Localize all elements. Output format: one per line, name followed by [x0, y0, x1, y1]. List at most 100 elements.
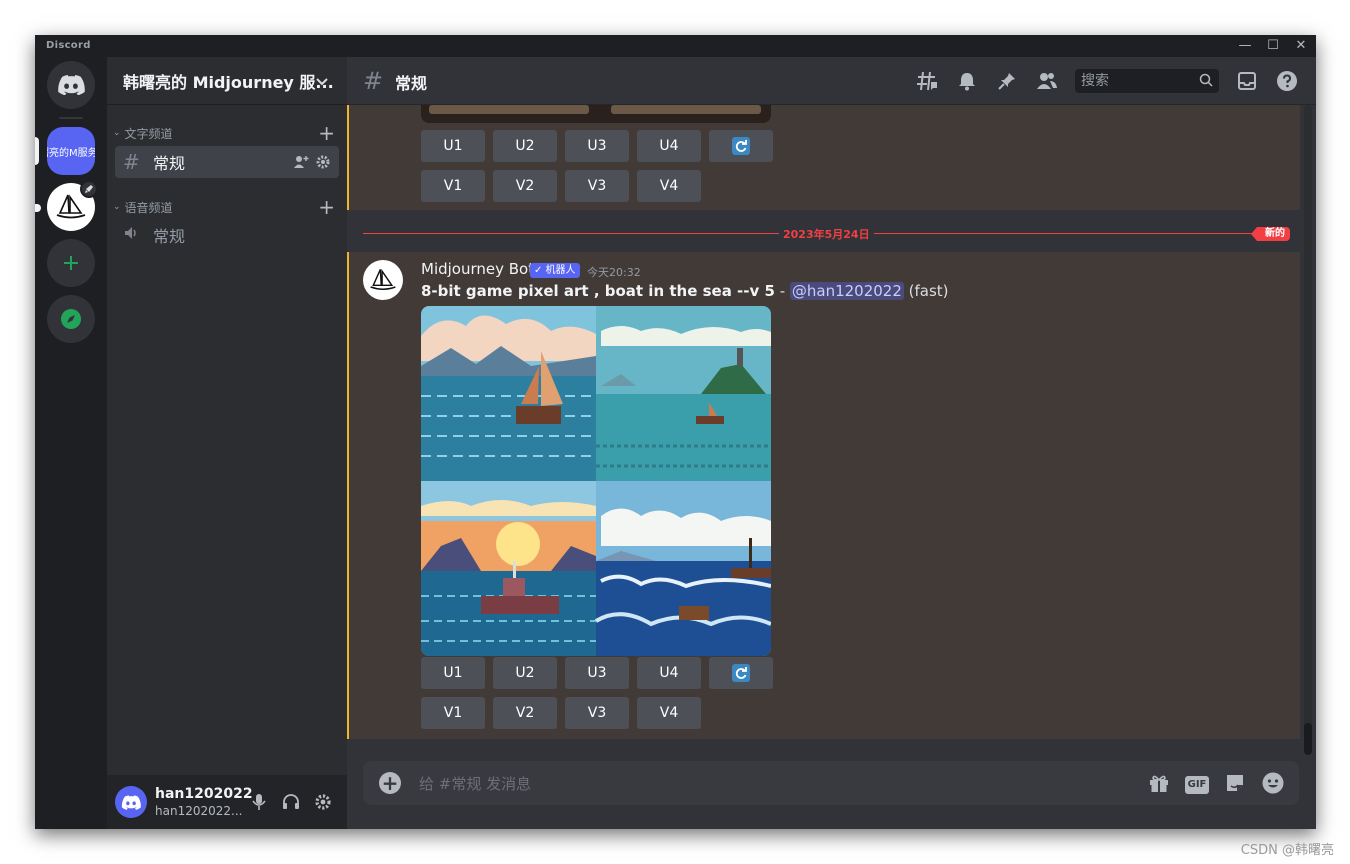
chevron-down-icon: ⌄ — [113, 202, 121, 212]
upscale-buttons: U1 U2 U3 U4 — [421, 657, 773, 689]
reroll-button[interactable] — [709, 657, 773, 689]
threads-button[interactable] — [915, 69, 939, 93]
help-button[interactable] — [1275, 69, 1299, 93]
attach-button[interactable]: + — [379, 772, 401, 794]
threads-icon — [917, 71, 937, 91]
midjourney-sail-icon — [370, 268, 396, 291]
grid-image-1 — [421, 306, 596, 481]
add-member-icon — [294, 156, 309, 168]
inbox-button[interactable] — [1235, 69, 1259, 93]
sticker-button[interactable] — [1223, 771, 1247, 795]
minimize-button[interactable]: — — [1231, 35, 1259, 57]
mute-button[interactable] — [247, 790, 271, 814]
app-title: Discord — [46, 40, 91, 51]
variation-2-button[interactable]: V2 — [493, 697, 557, 729]
message-composer[interactable]: + 给 #常规 发消息 GIF — [363, 761, 1299, 805]
create-channel-icon[interactable]: + — [318, 195, 335, 219]
user-mention[interactable]: @han1202022 — [789, 282, 904, 300]
upscale-1-button[interactable]: U1 — [421, 130, 485, 162]
image-grid[interactable] — [421, 306, 771, 656]
refresh-icon — [732, 664, 750, 682]
inbox-icon — [1238, 72, 1256, 90]
previous-image-grid[interactable] — [421, 105, 771, 123]
gift-button[interactable] — [1147, 771, 1171, 795]
upscale-4-button[interactable]: U4 — [637, 657, 701, 689]
chat-main: # 常规 搜索 U1 U2 U3 U4 V1 V2 V3 V4 2023年5月2… — [347, 57, 1316, 829]
user-panel: han1202022 han1202022... — [107, 775, 347, 829]
scrollbar-thumb[interactable] — [1304, 723, 1312, 755]
hash-icon: # — [123, 150, 140, 174]
explore-servers-button[interactable] — [47, 295, 95, 343]
microphone-icon — [252, 794, 266, 810]
variation-4-button[interactable]: V4 — [637, 697, 701, 729]
members-icon — [1037, 73, 1057, 89]
upscale-2-button[interactable]: U2 — [493, 130, 557, 162]
hash-icon: # — [363, 67, 384, 95]
variation-3-button[interactable]: V3 — [565, 697, 629, 729]
speed-label: (fast) — [903, 282, 949, 300]
notifications-button[interactable] — [955, 69, 979, 93]
message-midjourney: Midjourney Bot ✓ 机器人 今天20:32 8-bit game … — [347, 252, 1300, 739]
create-channel-icon[interactable]: + — [318, 121, 335, 145]
grid-image-3 — [421, 481, 596, 656]
variation-1-button[interactable]: V1 — [421, 697, 485, 729]
message-input[interactable]: 给 #常规 发消息 — [419, 773, 531, 794]
channel-general-voice[interactable]: 常规 — [115, 219, 339, 251]
new-badge: 新的 — [1251, 227, 1290, 241]
guild-header[interactable]: 韩曙亮的 Midjourney 服... — [107, 57, 347, 105]
user-settings-button[interactable] — [311, 790, 335, 814]
category-label: 语音频道 — [124, 200, 173, 215]
message-timestamp: 今天20:32 — [587, 266, 641, 279]
variation-3-button[interactable]: V3 — [565, 170, 629, 202]
plus-icon — [64, 256, 78, 270]
channel-sidebar: 韩曙亮的 Midjourney 服... ⌄ 文字频道 + # 常规 ⌄ 语音频… — [107, 57, 347, 829]
unread-indicator — [35, 204, 41, 212]
bell-icon — [959, 73, 975, 91]
upscale-3-button[interactable]: U3 — [565, 130, 629, 162]
avatar[interactable] — [363, 260, 403, 300]
prompt-text: 8-bit game pixel art , boat in the sea -… — [421, 282, 775, 300]
member-list-button[interactable] — [1035, 69, 1059, 93]
search-placeholder: 搜索 — [1081, 73, 1109, 89]
add-server-button[interactable] — [47, 239, 95, 287]
close-button[interactable]: ✕ — [1287, 35, 1315, 57]
gif-button[interactable]: GIF — [1185, 771, 1209, 795]
variation-4-button[interactable]: V4 — [637, 170, 701, 202]
sticker-icon — [1227, 775, 1243, 791]
variation-buttons: V1 V2 V3 V4 — [421, 170, 701, 202]
category-text-channels[interactable]: ⌄ 文字频道 + — [111, 121, 343, 145]
discord-logo-icon — [121, 794, 141, 810]
channel-label: 常规 — [153, 154, 186, 173]
upscale-3-button[interactable]: U3 — [565, 657, 629, 689]
variation-1-button[interactable]: V1 — [421, 170, 485, 202]
channel-title: 常规 — [395, 74, 428, 93]
home-button[interactable] — [47, 61, 95, 109]
server-midjourney[interactable] — [47, 180, 98, 231]
chevron-down-icon — [316, 78, 328, 86]
scrollbar-track[interactable] — [1304, 105, 1312, 739]
help-icon — [1277, 71, 1297, 91]
guild-name: 韩曙亮的 Midjourney 服... — [123, 72, 334, 92]
message-author[interactable]: Midjourney Bot — [421, 260, 534, 278]
upscale-2-button[interactable]: U2 — [493, 657, 557, 689]
midjourney-sail-icon — [56, 194, 86, 219]
variation-2-button[interactable]: V2 — [493, 170, 557, 202]
upscale-1-button[interactable]: U1 — [421, 657, 485, 689]
reroll-button[interactable] — [709, 130, 773, 162]
speaker-icon — [123, 223, 147, 247]
avatar[interactable] — [115, 786, 147, 818]
discord-logo-icon — [58, 75, 85, 95]
channel-general-text[interactable]: # 常规 — [115, 146, 339, 178]
emoji-button[interactable] — [1261, 771, 1285, 795]
search-input[interactable]: 搜索 — [1075, 69, 1219, 93]
upscale-4-button[interactable]: U4 — [637, 130, 701, 162]
gear-icon — [315, 794, 331, 810]
deafen-button[interactable] — [279, 790, 303, 814]
maximize-button[interactable]: ☐ — [1259, 35, 1287, 57]
grid-image-4 — [594, 481, 771, 656]
message-list: U1 U2 U3 U4 V1 V2 V3 V4 2023年5月24日 新的 Mi… — [347, 105, 1304, 739]
server-midjourney-own[interactable]: 曙亮的M服务 — [47, 127, 95, 175]
server-rail: 曙亮的M服务 — [35, 57, 107, 829]
pinned-button[interactable] — [995, 69, 1019, 93]
category-voice-channels[interactable]: ⌄ 语音频道 + — [111, 195, 343, 219]
